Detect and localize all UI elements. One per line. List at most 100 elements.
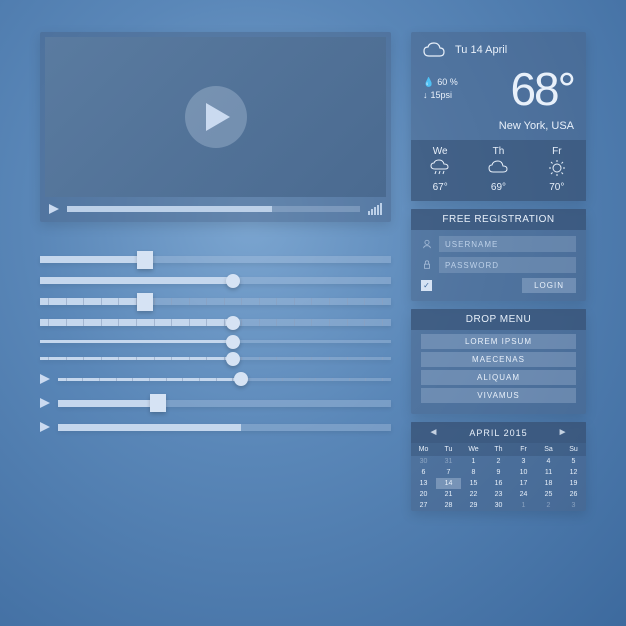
temperature: 68°	[510, 62, 574, 116]
slider-thumb[interactable]	[226, 335, 240, 349]
user-icon	[421, 239, 433, 249]
calendar-day-header: Su	[561, 443, 586, 456]
video-screen[interactable]	[45, 37, 386, 197]
username-input[interactable]	[439, 236, 576, 252]
calendar-day[interactable]: 3	[561, 500, 586, 511]
calendar-day[interactable]: 15	[461, 478, 486, 489]
calendar-day[interactable]: 11	[536, 467, 561, 478]
calendar-day[interactable]: 23	[486, 489, 511, 500]
slider-1[interactable]	[40, 277, 391, 284]
forecast-day-1: Th69°	[469, 140, 527, 201]
calendar-day[interactable]: 16	[486, 478, 511, 489]
registration-title: FREE REGISTRATION	[411, 209, 586, 230]
slider-track[interactable]	[40, 256, 391, 263]
play-button[interactable]	[185, 86, 247, 148]
forecast-temp: 70°	[528, 182, 586, 193]
calendar-day[interactable]: 30	[486, 500, 511, 511]
calendar-day[interactable]: 22	[461, 489, 486, 500]
menu-item-2[interactable]: ALIQUAM	[421, 370, 576, 385]
slider-8[interactable]	[40, 422, 391, 432]
slider-7[interactable]	[40, 398, 391, 408]
slider-track[interactable]	[58, 378, 391, 381]
calendar-day[interactable]: 6	[411, 467, 436, 478]
seek-bar[interactable]	[67, 206, 360, 212]
calendar-day[interactable]: 13	[411, 478, 436, 489]
play-icon[interactable]	[40, 422, 50, 432]
calendar-day[interactable]: 29	[461, 500, 486, 511]
calendar-day[interactable]: 10	[511, 467, 536, 478]
slider-track[interactable]	[40, 298, 391, 305]
calendar-widget: ◄ APRIL 2015 ► MoTuWeThFrSaSu30311234567…	[411, 422, 586, 511]
calendar-day[interactable]: 7	[436, 467, 461, 478]
slider-6[interactable]	[40, 374, 391, 384]
calendar-day[interactable]: 25	[536, 489, 561, 500]
calendar-day-header: Mo	[411, 443, 436, 456]
login-button[interactable]: LOGIN	[522, 278, 576, 293]
calendar-day[interactable]: 28	[436, 500, 461, 511]
menu-item-3[interactable]: VIVAMUS	[421, 388, 576, 403]
slider-thumb[interactable]	[137, 293, 153, 311]
play-icon[interactable]	[40, 398, 50, 408]
calendar-day-header: We	[461, 443, 486, 456]
slider-track[interactable]	[40, 357, 391, 360]
forecast-row: We67°Th69°Fr70°	[411, 140, 586, 201]
pressure-value: 15psi	[431, 89, 453, 103]
calendar-day[interactable]: 26	[561, 489, 586, 500]
slider-0[interactable]	[40, 256, 391, 263]
slider-thumb[interactable]	[150, 394, 166, 412]
calendar-title: APRIL 2015	[469, 428, 527, 438]
calendar-day[interactable]: 3	[511, 456, 536, 467]
calendar-day-header: Tu	[436, 443, 461, 456]
calendar-day[interactable]: 2	[486, 456, 511, 467]
slider-thumb[interactable]	[234, 372, 248, 386]
cloud-icon	[423, 42, 445, 58]
play-icon[interactable]	[40, 374, 50, 384]
calendar-day[interactable]: 17	[511, 478, 536, 489]
calendar-day-header: Sa	[536, 443, 561, 456]
menu-item-1[interactable]: MAECENAS	[421, 352, 576, 367]
video-controls	[45, 197, 386, 217]
remember-checkbox[interactable]: ✓	[421, 280, 432, 291]
menu-title: DROP MENU	[411, 309, 586, 330]
slider-2[interactable]	[40, 298, 391, 305]
play-small-icon[interactable]	[49, 204, 59, 214]
sun-icon	[546, 159, 568, 177]
calendar-day[interactable]: 12	[561, 467, 586, 478]
slider-4[interactable]	[40, 340, 391, 343]
slider-thumb[interactable]	[137, 251, 153, 269]
calendar-next[interactable]: ►	[558, 427, 569, 438]
calendar-day[interactable]: 27	[411, 500, 436, 511]
calendar-day[interactable]: 14	[436, 478, 461, 489]
slider-thumb[interactable]	[226, 352, 240, 366]
calendar-prev[interactable]: ◄	[428, 427, 439, 438]
slider-track[interactable]	[58, 400, 391, 407]
calendar-day[interactable]: 21	[436, 489, 461, 500]
calendar-day[interactable]: 8	[461, 467, 486, 478]
calendar-day-header: Fr	[511, 443, 536, 456]
calendar-day[interactable]: 9	[486, 467, 511, 478]
slider-5[interactable]	[40, 357, 391, 360]
video-player	[40, 32, 391, 222]
slider-track[interactable]	[58, 424, 391, 431]
slider-thumb[interactable]	[226, 274, 240, 288]
slider-3[interactable]	[40, 319, 391, 326]
slider-track[interactable]	[40, 319, 391, 326]
calendar-day[interactable]: 31	[436, 456, 461, 467]
volume-indicator[interactable]	[368, 203, 382, 215]
password-input[interactable]	[439, 257, 576, 273]
calendar-day[interactable]: 19	[561, 478, 586, 489]
slider-thumb[interactable]	[226, 316, 240, 330]
calendar-day[interactable]: 1	[511, 500, 536, 511]
calendar-day[interactable]: 2	[536, 500, 561, 511]
calendar-day[interactable]: 1	[461, 456, 486, 467]
calendar-day[interactable]: 5	[561, 456, 586, 467]
menu-item-0[interactable]: LOREM IPSUM	[421, 334, 576, 349]
slider-track[interactable]	[40, 340, 391, 343]
calendar-day[interactable]: 24	[511, 489, 536, 500]
calendar-day[interactable]: 30	[411, 456, 436, 467]
slider-track[interactable]	[40, 277, 391, 284]
forecast-day-label: Th	[469, 146, 527, 157]
calendar-day[interactable]: 4	[536, 456, 561, 467]
calendar-day[interactable]: 18	[536, 478, 561, 489]
calendar-day[interactable]: 20	[411, 489, 436, 500]
